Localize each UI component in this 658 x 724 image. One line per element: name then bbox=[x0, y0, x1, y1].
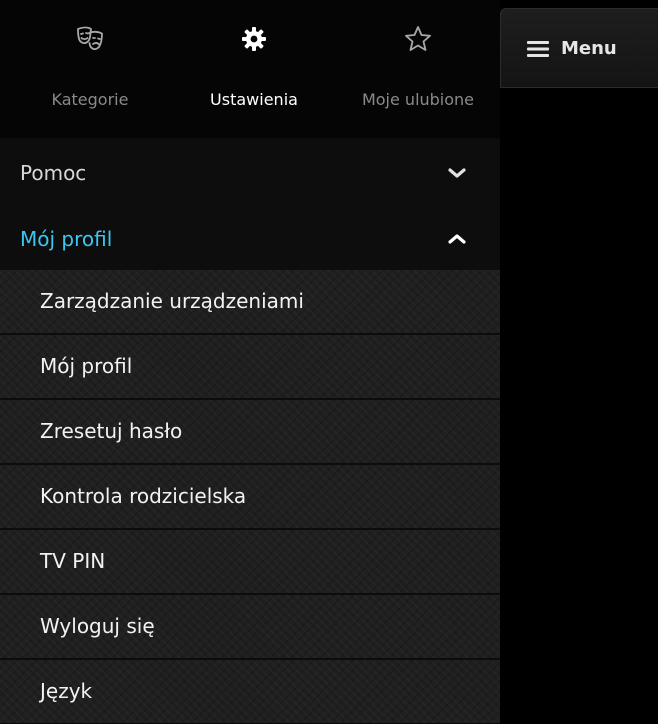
menu-item-label: TV PIN bbox=[40, 549, 106, 573]
star-icon bbox=[403, 24, 433, 54]
menu-item-language[interactable]: Język bbox=[0, 660, 500, 723]
menu-item-parental-control[interactable]: Kontrola rodzicielska bbox=[0, 465, 500, 528]
menu-item-tv-pin[interactable]: TV PIN bbox=[0, 530, 500, 593]
tab-categories[interactable]: Kategorie bbox=[8, 0, 172, 138]
menu-item-label: Wyloguj się bbox=[40, 614, 155, 638]
accordion-help[interactable]: Pomoc bbox=[0, 140, 500, 206]
menu-item-label: Zresetuj hasło bbox=[40, 419, 183, 443]
menu-button[interactable]: Menu bbox=[500, 8, 658, 88]
theater-masks-icon bbox=[75, 24, 105, 54]
profile-submenu: Zarządzanie urządzeniami Mój profil Zres… bbox=[0, 270, 500, 724]
menu-item-device-management[interactable]: Zarządzanie urządzeniami bbox=[0, 270, 500, 333]
settings-sidebar: Kategorie Ustawienia Moje ulubione Pomoc… bbox=[0, 0, 500, 724]
accordion-label: Mój profil bbox=[20, 227, 113, 251]
menu-item-label: Mój profil bbox=[40, 354, 133, 378]
chevron-down-icon bbox=[446, 164, 468, 182]
tab-label: Ustawienia bbox=[210, 90, 298, 109]
tab-label: Moje ulubione bbox=[361, 90, 475, 109]
tab-label: Kategorie bbox=[51, 90, 129, 109]
menu-item-label: Język bbox=[40, 679, 93, 703]
menu-item-label: Kontrola rodzicielska bbox=[40, 484, 247, 508]
chevron-up-icon bbox=[446, 230, 468, 248]
menu-item-logout[interactable]: Wyloguj się bbox=[0, 595, 500, 658]
tab-favorites[interactable]: Moje ulubione bbox=[336, 0, 500, 138]
menu-button-label: Menu bbox=[561, 38, 617, 59]
menu-item-reset-password[interactable]: Zresetuj hasło bbox=[0, 400, 500, 463]
menu-item-my-profile[interactable]: Mój profil bbox=[0, 335, 500, 398]
app-window: Kategorie Ustawienia Moje ulubione Pomoc… bbox=[0, 0, 658, 724]
top-tabs: Kategorie Ustawienia Moje ulubione bbox=[0, 0, 500, 138]
menu-item-label: Zarządzanie urządzeniami bbox=[40, 289, 304, 313]
tab-settings[interactable]: Ustawienia bbox=[172, 0, 336, 138]
gear-icon bbox=[239, 24, 269, 54]
accordion-label: Pomoc bbox=[20, 161, 87, 185]
hamburger-icon bbox=[527, 41, 549, 57]
accordion-my-profile[interactable]: Mój profil bbox=[0, 206, 500, 272]
